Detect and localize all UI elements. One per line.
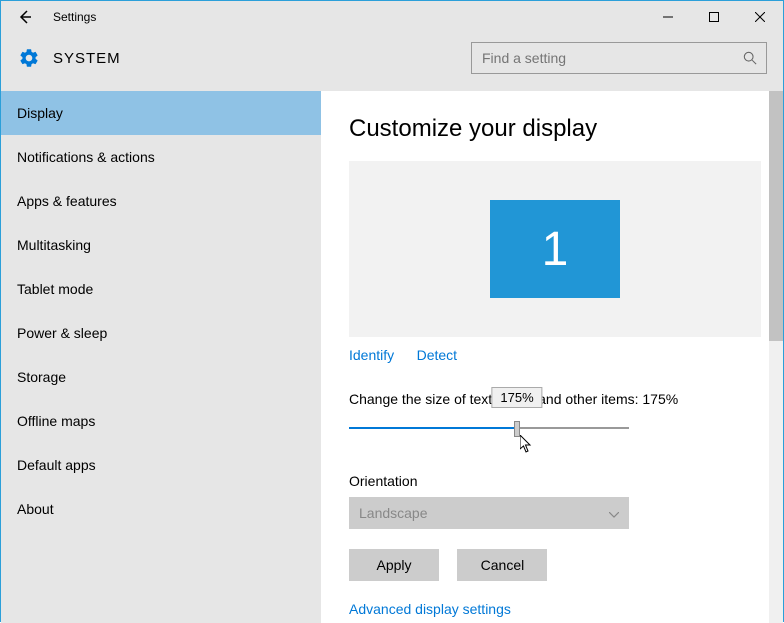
maximize-icon (709, 12, 719, 22)
titlebar: Settings (1, 1, 783, 33)
close-icon (755, 12, 765, 22)
sidebar-item-label: Offline maps (17, 413, 95, 429)
slider-fill (349, 427, 517, 429)
scale-label: Change the size of text, apps, and other… (349, 391, 755, 407)
header: SYSTEM (1, 33, 783, 91)
chevron-down-icon (609, 505, 619, 521)
window-title: Settings (53, 10, 96, 24)
detect-link[interactable]: Detect (417, 347, 457, 363)
sidebar-item-storage[interactable]: Storage (1, 355, 321, 399)
system-label: SYSTEM (53, 50, 121, 67)
monitor-preview[interactable]: 1 (349, 161, 761, 337)
advanced-settings-link[interactable]: Advanced display settings (349, 601, 511, 617)
gear-icon (17, 46, 41, 70)
sidebar: Display Notifications & actions Apps & f… (1, 91, 321, 623)
slider-thumb[interactable] (514, 421, 520, 437)
arrow-left-icon (17, 9, 33, 25)
sidebar-item-label: Display (17, 105, 63, 121)
sidebar-item-label: Tablet mode (17, 281, 93, 297)
sidebar-item-label: Power & sleep (17, 325, 107, 341)
slider-tooltip: 175% (491, 387, 542, 408)
orientation-dropdown[interactable]: Landscape (349, 497, 629, 529)
back-button[interactable] (1, 1, 49, 33)
sidebar-item-label: Notifications & actions (17, 149, 155, 165)
sidebar-item-maps[interactable]: Offline maps (1, 399, 321, 443)
scale-slider[interactable]: 175% (349, 417, 629, 445)
search-box[interactable] (471, 42, 767, 74)
cancel-button[interactable]: Cancel (457, 549, 547, 581)
sidebar-item-notifications[interactable]: Notifications & actions (1, 135, 321, 179)
identify-link[interactable]: Identify (349, 347, 394, 363)
sidebar-item-label: Storage (17, 369, 66, 385)
search-icon (734, 51, 766, 65)
minimize-button[interactable] (645, 1, 691, 33)
sidebar-item-label: About (17, 501, 54, 517)
sidebar-item-power[interactable]: Power & sleep (1, 311, 321, 355)
cursor-icon (520, 435, 536, 455)
sidebar-item-multitasking[interactable]: Multitasking (1, 223, 321, 267)
orientation-label: Orientation (349, 473, 755, 489)
orientation-value: Landscape (359, 505, 428, 521)
page-title: Customize your display (349, 115, 755, 143)
sidebar-item-tablet[interactable]: Tablet mode (1, 267, 321, 311)
content-pane: Customize your display 1 Identify Detect… (321, 91, 783, 623)
sidebar-item-about[interactable]: About (1, 487, 321, 531)
scrollbar[interactable] (769, 91, 783, 623)
close-button[interactable] (737, 1, 783, 33)
maximize-button[interactable] (691, 1, 737, 33)
search-input[interactable] (472, 50, 734, 66)
sidebar-item-label: Multitasking (17, 237, 91, 253)
scroll-thumb[interactable] (769, 91, 783, 341)
minimize-icon (663, 12, 673, 22)
sidebar-item-display[interactable]: Display (1, 91, 321, 135)
monitor-tile[interactable]: 1 (490, 200, 620, 298)
sidebar-item-default-apps[interactable]: Default apps (1, 443, 321, 487)
sidebar-item-label: Default apps (17, 457, 96, 473)
sidebar-item-apps[interactable]: Apps & features (1, 179, 321, 223)
monitor-number: 1 (542, 222, 569, 277)
apply-button[interactable]: Apply (349, 549, 439, 581)
sidebar-item-label: Apps & features (17, 193, 117, 209)
